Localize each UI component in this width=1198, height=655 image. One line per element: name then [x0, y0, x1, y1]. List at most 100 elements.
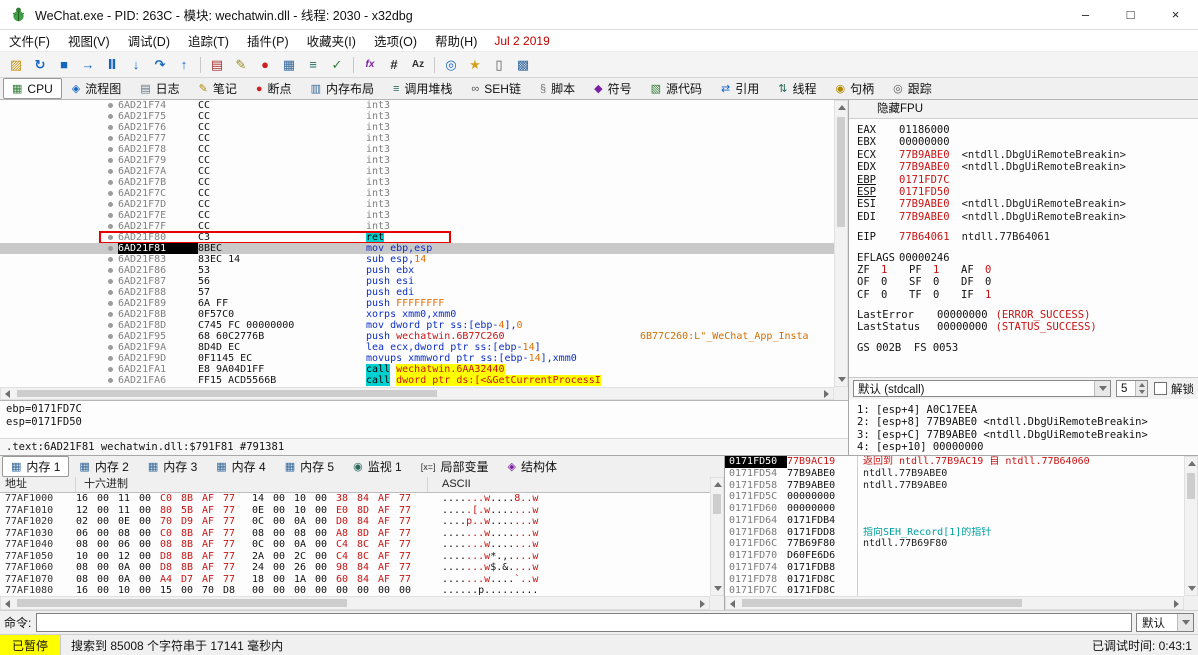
- arg-row-4[interactable]: 4: [esp+10] 00000000: [857, 441, 1194, 453]
- disasm-row[interactable]: 6AD21F75CCint3: [0, 111, 834, 122]
- register-row[interactable]: EDI77B9ABE0<ntdll.DbgUiRemoteBreakin>: [857, 211, 1194, 223]
- disasm-row[interactable]: 6AD21F896A FFpush FFFFFFFF: [0, 298, 834, 309]
- breakpoint-gutter[interactable]: [0, 232, 118, 243]
- tab-cpu[interactable]: ▦CPU: [3, 78, 62, 99]
- spinner-arrows-icon[interactable]: [1135, 381, 1147, 396]
- tab-memory-2[interactable]: ▦内存 2: [70, 456, 137, 477]
- stack-row[interactable]: 0171FD5477B9ABE0ntdll.77B9ABE0: [725, 468, 1184, 480]
- tab-memory-5[interactable]: ▦内存 5: [276, 456, 343, 477]
- open-file-button[interactable]: ▨: [4, 54, 28, 76]
- disasm-row[interactable]: 6AD21F8653push ebx: [0, 265, 834, 276]
- hide-fpu-button[interactable]: 隐藏FPU: [849, 100, 1198, 119]
- breakpoint-gutter[interactable]: [0, 188, 118, 199]
- breakpoint-gutter[interactable]: [0, 254, 118, 265]
- menu-item[interactable]: 调试(D): [119, 31, 179, 50]
- breakpoint-gutter[interactable]: [0, 364, 118, 375]
- notes-button[interactable]: ✎: [229, 54, 253, 76]
- disasm-row[interactable]: 6AD21F76CCint3: [0, 122, 834, 133]
- tab-symbols[interactable]: ◆符号: [585, 78, 640, 99]
- disasm-row[interactable]: 6AD21F8756push esi: [0, 276, 834, 287]
- tab-memory-3[interactable]: ▦内存 3: [139, 456, 206, 477]
- tab-script[interactable]: §脚本: [531, 78, 584, 99]
- tab-watch-1[interactable]: ◉监视 1: [344, 456, 411, 477]
- register-value[interactable]: 0171FD50: [899, 186, 950, 198]
- disasm-row[interactable]: 6AD21F8383EC 14sub esp,14: [0, 254, 834, 265]
- breakpoint-gutter[interactable]: [0, 243, 118, 254]
- tab-graph[interactable]: ◈流程图: [63, 78, 130, 99]
- disasm-row[interactable]: 6AD21F80C3ret: [0, 232, 834, 243]
- register-row[interactable]: EAX01186000: [857, 124, 1194, 136]
- memory-row[interactable]: 77AF102002000E0070D9AF770C000A00D084AF77…: [0, 516, 710, 528]
- arg-row-3[interactable]: 3: [esp+C] 77B9ABE0 <ntdll.DbgUiRemoteBr…: [857, 429, 1194, 441]
- breakpoint-gutter[interactable]: [0, 320, 118, 331]
- breakpoint-gutter[interactable]: [0, 166, 118, 177]
- flag-tf[interactable]: TF0: [909, 289, 961, 301]
- stack-row[interactable]: 0171FD70D60FE6D6: [725, 550, 1184, 562]
- disasm-row[interactable]: 6AD21F7DCCint3: [0, 199, 834, 210]
- command-profile-select[interactable]: 默认: [1136, 613, 1194, 632]
- register-row[interactable]: EBX00000000: [857, 136, 1194, 148]
- memory-row[interactable]: 77AF103006000800C08BAF7708000800A88DAF77…: [0, 528, 710, 540]
- script-button[interactable]: ✓: [325, 54, 349, 76]
- disasm-row[interactable]: 6AD21F8DC745 FC 00000000mov dword ptr ss…: [0, 320, 834, 331]
- disasm-row[interactable]: 6AD21F7ECCint3: [0, 210, 834, 221]
- register-row[interactable]: EBP0171FD7C: [857, 174, 1194, 186]
- stack-row[interactable]: 0171FD780171FD8C: [725, 574, 1184, 586]
- breakpoint-gutter[interactable]: [0, 199, 118, 210]
- stack-row[interactable]: 0171FD5877B9ABE0ntdll.77B9ABE0: [725, 480, 1184, 492]
- stack-row[interactable]: 0171FD6C77B69F80ntdll.77B69F80: [725, 538, 1184, 550]
- tab-seh[interactable]: ∞SEH链: [462, 78, 530, 99]
- breakpoint-gutter[interactable]: [0, 122, 118, 133]
- register-value[interactable]: 01186000: [899, 124, 950, 136]
- breakpoint-gutter[interactable]: [0, 133, 118, 144]
- tab-log[interactable]: ▤日志: [131, 78, 188, 99]
- breakpoint-gutter[interactable]: [0, 342, 118, 353]
- register-row[interactable]: ECX77B9ABE0<ntdll.DbgUiRemoteBreakin>: [857, 149, 1194, 161]
- disasm-row[interactable]: 6AD21F9568 60C2776Bpush wechatwin.6B77C2…: [0, 331, 834, 342]
- stack-hscrollbar[interactable]: [725, 596, 1184, 610]
- disasm-row[interactable]: 6AD21F818BECmov ebp,esp: [0, 243, 834, 254]
- memory-row[interactable]: 77AF108016001000150070D80000000000000000…: [0, 585, 710, 596]
- flag-df[interactable]: DF0: [961, 276, 1013, 288]
- unlock-checkbox[interactable]: [1154, 382, 1167, 395]
- disasm-row[interactable]: 6AD21F9D0F1145 ECmovups xmmword ptr ss:[…: [0, 353, 834, 364]
- tab-call-stack[interactable]: ≡调用堆栈: [384, 78, 461, 99]
- flag-sf[interactable]: SF0: [909, 276, 961, 288]
- pause-button[interactable]: Ⅱ: [100, 54, 124, 76]
- menu-item[interactable]: 视图(V): [59, 31, 119, 50]
- command-profile-dropdown-icon[interactable]: [1177, 614, 1193, 631]
- maximize-button[interactable]: □: [1108, 0, 1153, 29]
- disasm-row[interactable]: 6AD21F8857push edi: [0, 287, 834, 298]
- memory-vscrollbar[interactable]: [710, 477, 724, 596]
- register-value[interactable]: 0171FD7C: [899, 174, 950, 186]
- menu-item[interactable]: 文件(F): [0, 31, 59, 50]
- register-row[interactable]: EDX77B9ABE0<ntdll.DbgUiRemoteBreakin>: [857, 161, 1194, 173]
- tab-handles[interactable]: ◉句柄: [826, 78, 883, 99]
- memory-hscrollbar[interactable]: [0, 596, 710, 610]
- tab-trace[interactable]: ◎跟踪: [884, 78, 941, 99]
- flag-of[interactable]: OF0: [857, 276, 909, 288]
- breakpoint-gutter[interactable]: [0, 111, 118, 122]
- tab-memory-map[interactable]: ▥内存布局: [302, 78, 383, 99]
- tab-references[interactable]: ⇄引用: [712, 78, 768, 99]
- flag-if[interactable]: IF1: [961, 289, 1013, 301]
- minimize-button[interactable]: –: [1063, 0, 1108, 29]
- menu-item[interactable]: 插件(P): [238, 31, 298, 50]
- command-input[interactable]: [36, 613, 1132, 632]
- menu-item[interactable]: 帮助(H): [426, 31, 486, 50]
- disasm-hscrollbar[interactable]: [0, 387, 834, 400]
- disasm-vscrollbar[interactable]: [834, 100, 848, 387]
- register-value[interactable]: 00000000: [899, 136, 950, 148]
- breakpoint-gutter[interactable]: [0, 309, 118, 320]
- stack-row[interactable]: 0171FD640171FDB4: [725, 515, 1184, 527]
- breakpoints-button[interactable]: ●: [253, 54, 277, 76]
- tab-source[interactable]: ▧源代码: [642, 78, 711, 99]
- stop-debug-button[interactable]: ■: [52, 54, 76, 76]
- stack-row[interactable]: 0171FD740171FDB8: [725, 562, 1184, 574]
- breakpoint-gutter[interactable]: [0, 375, 118, 386]
- stack-row[interactable]: 0171FD5077B9AC19返回到 ntdll.77B9AC19 自 ntd…: [725, 456, 1184, 468]
- breakpoint-gutter[interactable]: [0, 210, 118, 221]
- disasm-row[interactable]: 6AD21F9A8D4D EClea ecx,dword ptr ss:[ebp…: [0, 342, 834, 353]
- arg-count-spinner[interactable]: 5: [1116, 380, 1148, 397]
- disasm-row[interactable]: 6AD21F77CCint3: [0, 133, 834, 144]
